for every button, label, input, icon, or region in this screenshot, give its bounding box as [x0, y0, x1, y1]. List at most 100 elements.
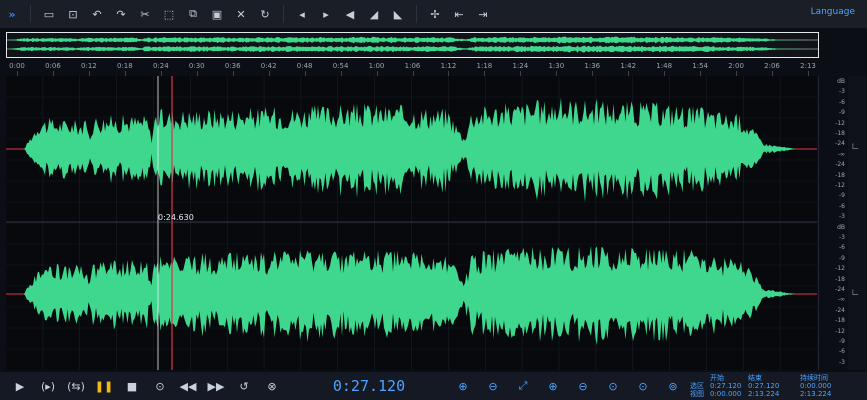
waveform-channel: [24, 97, 795, 203]
shrink-icon[interactable]: ⇤: [447, 2, 471, 26]
crop-icon[interactable]: ⬚: [157, 2, 181, 26]
loop-icon[interactable]: (⇆): [62, 374, 90, 398]
waveform-canvas[interactable]: [6, 76, 817, 370]
fast-forward-icon[interactable]: ▶▶: [202, 374, 230, 398]
timeline-tick-label: 1:54: [692, 62, 708, 70]
fade-in-icon[interactable]: ◂: [290, 2, 314, 26]
toolbar-separator: [416, 5, 417, 23]
undo-icon[interactable]: ↶: [85, 2, 109, 26]
timeline-tick-label: 0:54: [332, 62, 349, 70]
timeline-tick-label: 0:36: [224, 62, 241, 70]
zoom-right-icon[interactable]: ⊙: [628, 374, 658, 398]
db-tick-label: -9: [839, 109, 845, 117]
ramp-down-icon[interactable]: ◣: [386, 2, 410, 26]
play-icon[interactable]: ▶: [6, 374, 34, 398]
zoom-out-selection-icon[interactable]: ⊖: [568, 374, 598, 398]
cut-icon[interactable]: ✂: [133, 2, 157, 26]
timeline-tick-label: 2:13: [800, 62, 816, 70]
timeline-tick-label: 1:00: [368, 62, 385, 70]
timeline-tick-label: 1:48: [656, 62, 673, 70]
db-tick-label: -6: [839, 348, 845, 356]
timeline-tick-label: 0:48: [296, 62, 313, 70]
overview-waveform[interactable]: [6, 32, 819, 58]
db-tick-label: -12: [835, 327, 845, 335]
volume-icon[interactable]: ◀: [338, 2, 362, 26]
stop-icon[interactable]: ■: [118, 374, 146, 398]
db-tick-label: -9: [839, 192, 845, 200]
timeline-tick-label: 0:12: [81, 62, 97, 70]
export-icon[interactable]: ⊡: [61, 2, 85, 26]
record-icon[interactable]: ⊙: [146, 374, 174, 398]
db-tick-label: -24: [835, 286, 845, 293]
db-tick-label: -3: [839, 234, 845, 241]
zoom-left-icon[interactable]: ⊙: [598, 374, 628, 398]
db-tick-label: -18: [835, 317, 845, 325]
loop-play-icon[interactable]: (▸): [34, 374, 62, 398]
waveform-channel: [24, 245, 795, 346]
timeline-tick-label: 1:24: [512, 62, 529, 70]
collapse-right-icon[interactable]: ∟: [851, 288, 859, 299]
db-tick-label: -18: [835, 275, 845, 283]
selection-cell: 开始: [710, 374, 724, 382]
timeline-tick-label: 0:30: [188, 62, 205, 70]
db-scale: dB -3 -6 -9 -12 -18 -24 -∞ -24 -18 -12 -9 -6 -3 dB -3 -6…: [818, 76, 849, 370]
db-tick-label: dB: [837, 223, 845, 231]
waveform-channel: [9, 45, 812, 53]
zoom-in-icon[interactable]: ⊕: [448, 374, 478, 398]
paste-icon[interactable]: ▣: [205, 2, 229, 26]
repeat-icon[interactable]: ↺: [230, 374, 258, 398]
selection-cell: 视图: [690, 390, 704, 398]
selection-cell: 结束: [748, 374, 762, 382]
db-tick-label: -24: [835, 306, 845, 314]
rewind-icon[interactable]: ◀◀: [174, 374, 202, 398]
selection-cell: 0:27.120: [710, 382, 742, 390]
db-tick-label: -6: [839, 244, 845, 252]
timeline-tick-label: 0:18: [116, 62, 133, 70]
expand-panel-icon[interactable]: »: [0, 2, 24, 26]
db-tick-label: -18: [835, 130, 845, 137]
zoom-fit-icon[interactable]: ⤢: [508, 374, 538, 398]
selection-cell: 2:13.224: [748, 390, 780, 398]
copy-icon[interactable]: ⧉: [181, 2, 205, 26]
fade-out-icon[interactable]: ▸: [314, 2, 338, 26]
language-button[interactable]: Language: [811, 7, 855, 17]
timeline-tick-label: 1:30: [548, 62, 565, 70]
db-tick-label: -12: [835, 182, 845, 189]
selection-row: 开始 结束 持续时间: [690, 374, 867, 382]
toolbar-separator: [30, 5, 31, 23]
timeline-tick-label: 0:24: [152, 62, 169, 70]
ramp-up-icon[interactable]: ◢: [362, 2, 386, 26]
db-tick-label: -12: [835, 119, 845, 127]
timeline-tick-label: 2:00: [728, 62, 744, 70]
loop-region-icon[interactable]: ⊗: [258, 374, 286, 398]
db-tick-label: -3: [839, 88, 845, 96]
zoom-in-selection-icon[interactable]: ⊕: [538, 374, 568, 398]
timeline-tick-label: 0:00: [9, 62, 25, 70]
timeline-tick-label: 2:06: [764, 62, 780, 70]
selection-cell: 0:00.000: [710, 390, 742, 398]
timeline-ruler[interactable]: 0:00 0:06 0:12 0:18 0:24 0:30 0:36 0:42 0:48 0:54…: [0, 62, 820, 76]
timeline-tick-label: 1:18: [476, 62, 493, 70]
zoom-all-icon[interactable]: ⊚: [658, 374, 688, 398]
selection-cell: 2:13.224: [800, 390, 832, 398]
move-icon[interactable]: ✢: [423, 2, 447, 26]
selection-cell: 0:00.000: [800, 382, 832, 390]
selection-info: 开始 结束 持续时间 选区 0:27.120 0:27.120 0:00.000 视图 0:00…: [690, 374, 867, 398]
pause-icon[interactable]: ❚❚: [90, 374, 118, 398]
delete-icon[interactable]: ✕: [229, 2, 253, 26]
collapse-left-icon[interactable]: ∟: [851, 142, 859, 153]
db-tick-label: -12: [835, 265, 845, 273]
db-tick-label: dB: [837, 78, 845, 85]
db-tick-label: -9: [839, 338, 845, 345]
main-toolbar: » ▭ ⊡ ↶ ↷ ✂ ⬚ ⧉ ▣ ✕ ↻ ◂ ▸ ◀ ◢ ◣ ✢ ⇤ ⇥: [0, 0, 867, 28]
stretch-icon[interactable]: ⇥: [471, 2, 495, 26]
refresh-icon[interactable]: ↻: [253, 2, 277, 26]
db-tick-label: -9: [839, 254, 845, 262]
db-tick-label: -∞: [837, 296, 845, 304]
open-folder-icon[interactable]: ▭: [37, 2, 61, 26]
selection-cell: 选区: [690, 382, 704, 390]
db-tick-label: -24: [835, 140, 845, 148]
cursor-time-label: 0:24.630: [158, 213, 194, 222]
redo-icon[interactable]: ↷: [109, 2, 133, 26]
zoom-out-icon[interactable]: ⊖: [478, 374, 508, 398]
